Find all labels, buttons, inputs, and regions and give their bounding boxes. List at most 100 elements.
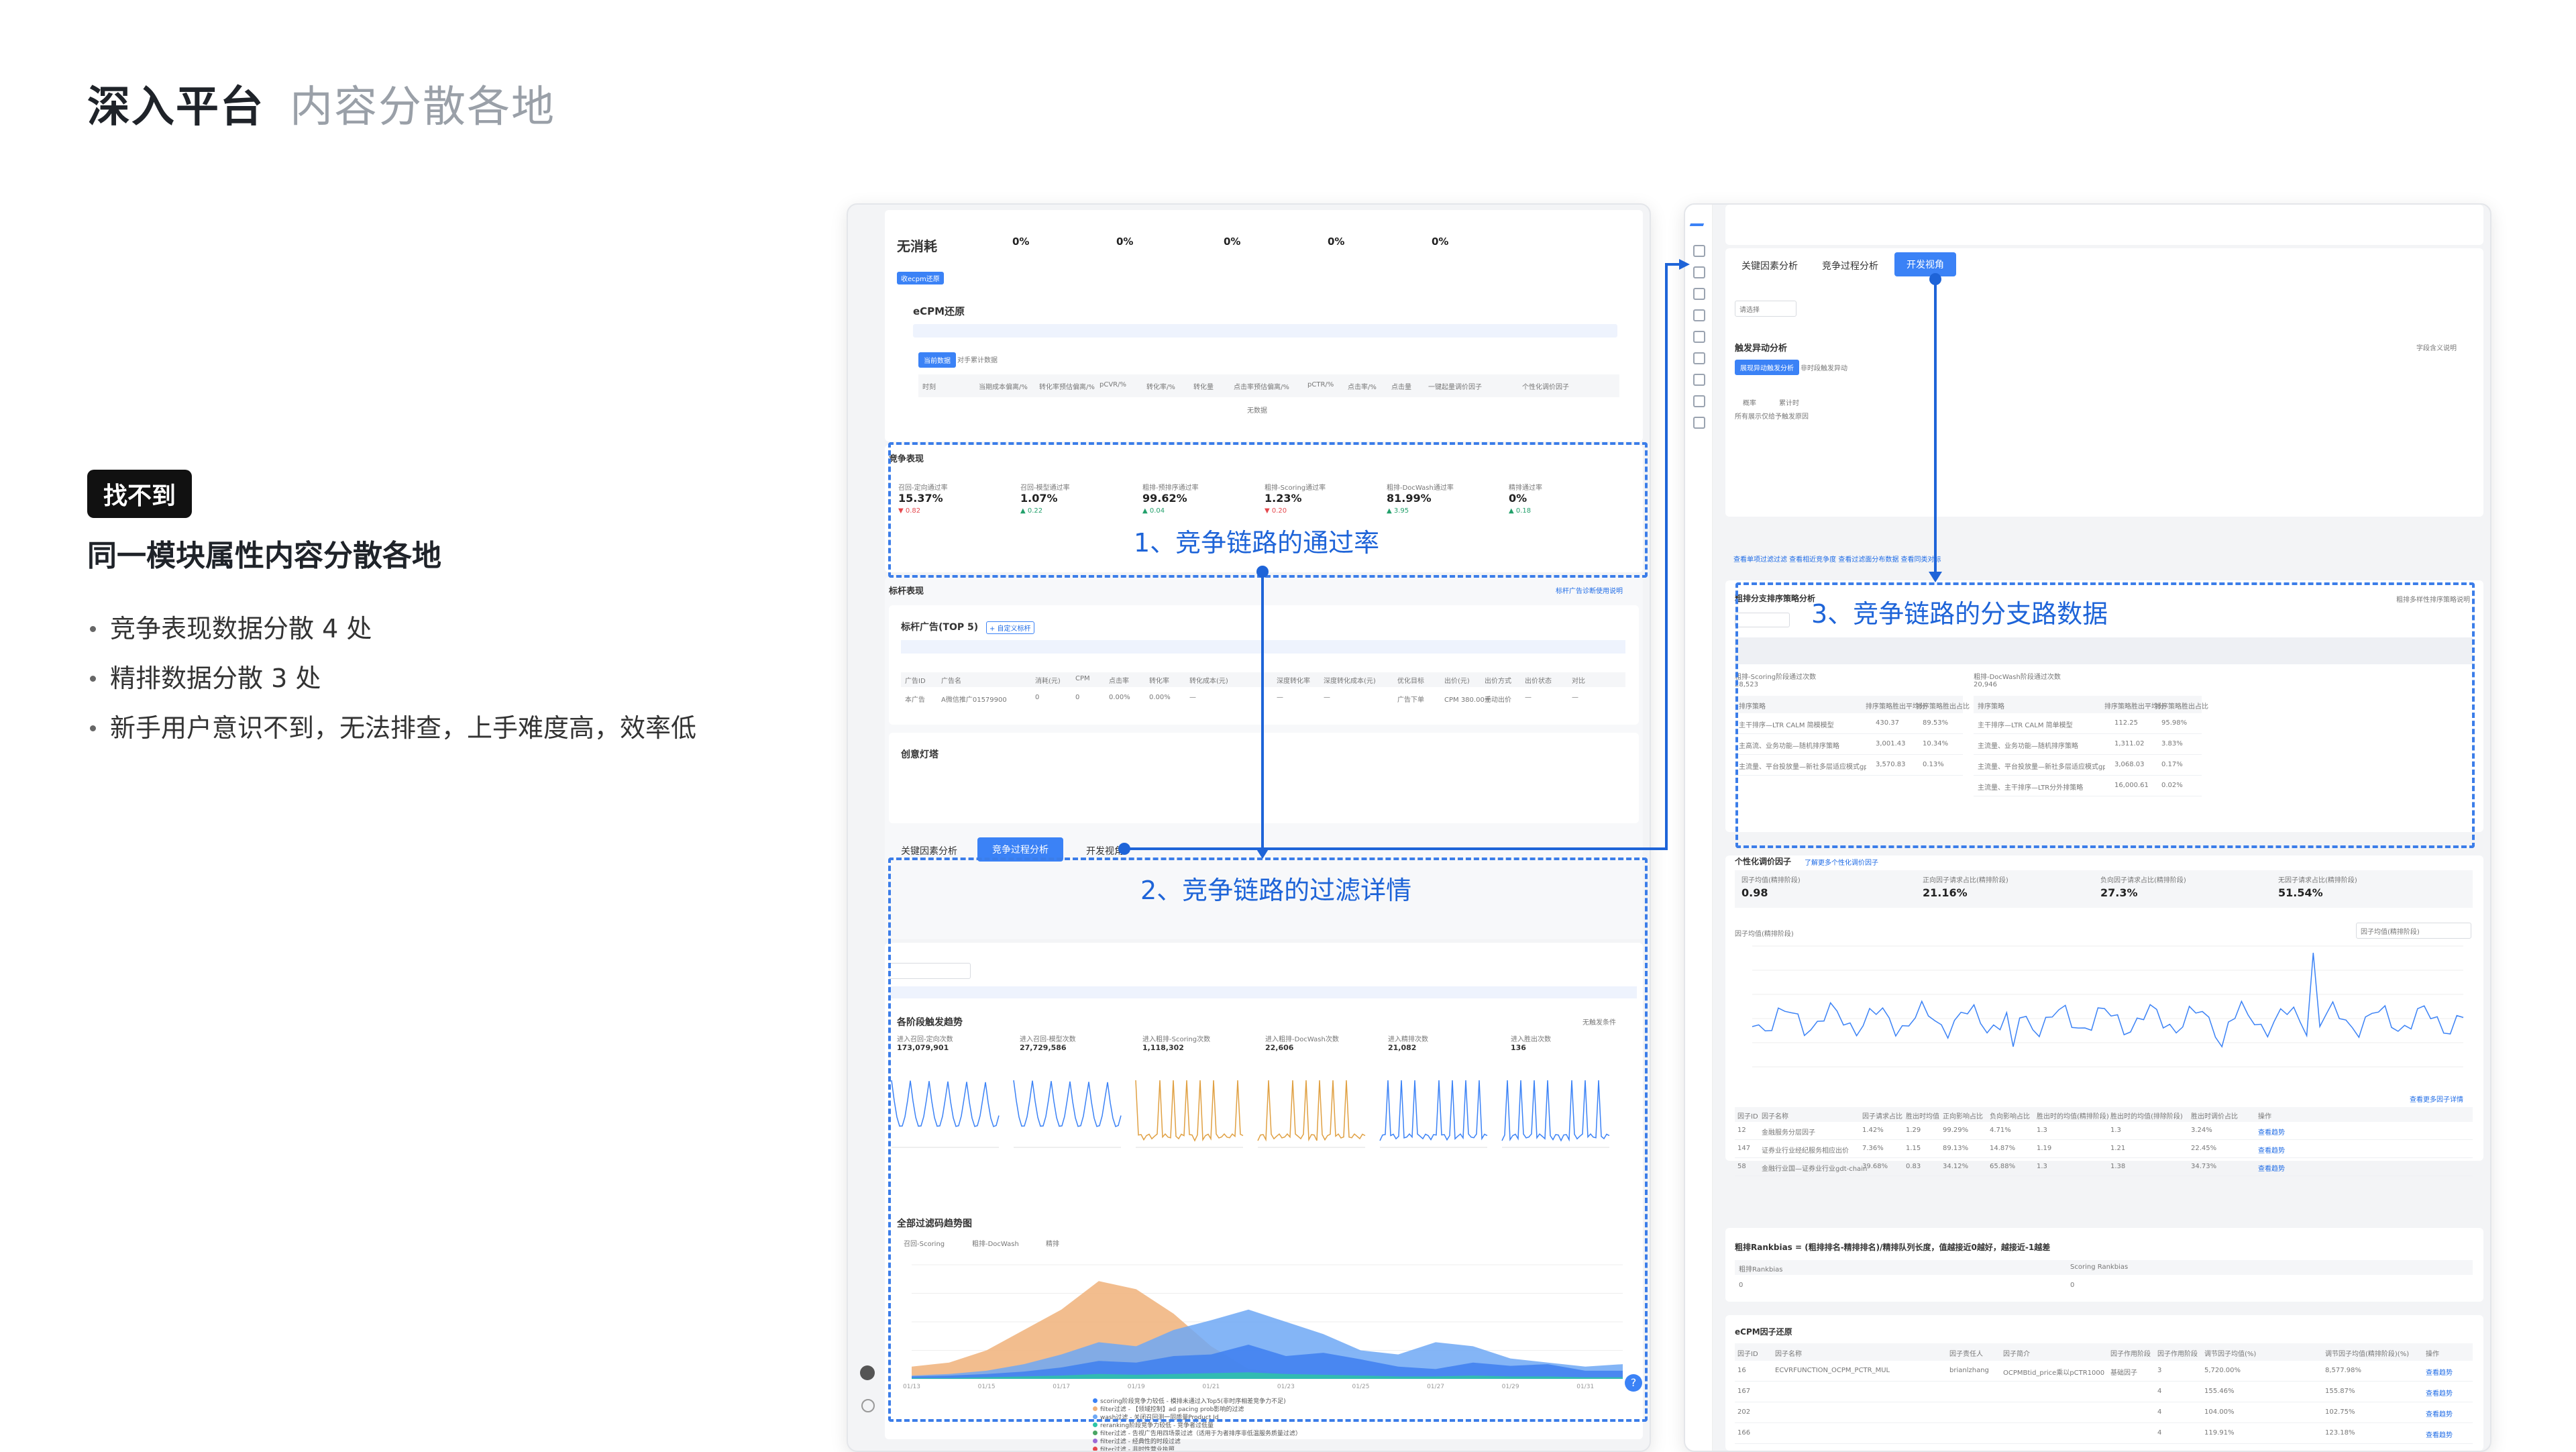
person-chart-select[interactable]: 因子均值(精排阶段): [2356, 923, 2471, 939]
person-stat-value: 0.98: [1741, 886, 1768, 899]
ecpm-factor-table: 因子ID 因子名称 因子责任人 因子简介 因子作用阶段 因子作用阶段 调节因子均值(%) 调节…: [1735, 1343, 2473, 1444]
view-trend-link[interactable]: 查看趋势: [2426, 1367, 2453, 1377]
table-cell: 1.19: [2037, 1145, 2052, 1152]
ecpm-toggle-button[interactable]: 收ecpm还原: [897, 272, 944, 284]
table-cell: 22.45%: [2191, 1145, 2217, 1152]
tab-compete-process[interactable]: 竞争过程分析: [1813, 255, 1888, 276]
table-cell: 1.38: [2110, 1163, 2126, 1170]
legend-label: filter过滤 - 经典性的时段过滤: [1100, 1439, 1181, 1445]
table-cell: 58: [1737, 1163, 1746, 1170]
top-bar: [1725, 205, 2483, 245]
home-icon[interactable]: [1693, 245, 1705, 257]
trigger-option[interactable]: 概率: [1743, 397, 1756, 407]
ecpm-factor-section: eCPM因子还原 因子ID 因子名称 因子责任人 因子简介 因子作用阶段 因子作用阶段 调节…: [1725, 1315, 2483, 1451]
logo-icon: [1689, 214, 1708, 226]
benchmark-help-link[interactable]: 标杆广告诊断使用说明: [1556, 585, 1623, 595]
table-row: 58 金融行业国—证券业行业gdt-chain 39.68% 0.83 34.12% 65…: [1735, 1158, 2473, 1176]
callout-filter-detail: 2、竞争链路的过滤详情: [1140, 876, 1412, 905]
filter-icon[interactable]: [1693, 352, 1705, 364]
person-table: 因子ID 因子名称 因子请求占比 胜出时均值 正向影响占比 负向影响占比 胜出时的均值(精排…: [1735, 1107, 2473, 1176]
ecpm-tab-rival[interactable]: 对手累计数据: [957, 354, 998, 364]
problem-headline: 同一模块属性内容分散各地: [87, 539, 441, 573]
table-cell: 14.87%: [1990, 1145, 2016, 1152]
view-trend-link[interactable]: 查看趋势: [2258, 1145, 2285, 1155]
legend-dot-icon: [1093, 1422, 1097, 1427]
view-trend-link[interactable]: 查看趋势: [2258, 1163, 2285, 1173]
user-avatar[interactable]: [860, 1365, 875, 1380]
table-cell: 99.29%: [1943, 1127, 1969, 1134]
person-stat-value: 51.54%: [2278, 886, 2323, 899]
top-metric: 0%: [1116, 236, 1134, 248]
table-cell: 123.18%: [2325, 1429, 2355, 1437]
rankbias-header: 粗排Rankbias Scoring Rankbias: [1735, 1260, 2473, 1275]
tab-key-factor[interactable]: 关键因素分析: [1732, 255, 1807, 276]
table-row: 16 ECVRFUNCTION_OCPM_PCTR_MUL brianlzhang O…: [1735, 1361, 2473, 1382]
trigger-tab-nontime[interactable]: 非时段触发异动: [1801, 362, 1847, 372]
view-trend-link[interactable]: 查看趋势: [2426, 1388, 2453, 1398]
person-chart-title: 因子均值(精排阶段): [1735, 931, 1794, 938]
dimension-select[interactable]: 请选择: [1735, 301, 1796, 317]
table-cell: 16: [1737, 1367, 1746, 1374]
view-trend-link[interactable]: 查看趋势: [2258, 1127, 2285, 1137]
table-cell: 基础因子: [2110, 1369, 2137, 1377]
rankbias-section: 粗排Rankbias = (粗排排名-精排排名)/精排队列长度，值越接近0越好，…: [1725, 1228, 2483, 1302]
trigger-tab-show[interactable]: 展现异动触发分析: [1735, 360, 1799, 375]
person-help-link[interactable]: 了解更多个性化调价因子: [1805, 857, 1878, 867]
ecpm-tab-current[interactable]: 当前数据: [918, 352, 956, 368]
legend-label: reranking阶段竞争力较低 - 竞争者过低量: [1100, 1422, 1214, 1429]
table-cell: 3: [2157, 1367, 2162, 1374]
ecpm-factor-title: eCPM因子还原: [1735, 1327, 1792, 1337]
table-cell: 1.15: [1906, 1145, 1921, 1152]
table-cell: OCPMBtid_price乘以pCTR1000: [2003, 1369, 2105, 1377]
table-cell: 65.88%: [1990, 1163, 2016, 1170]
table-row: 166 4 119.91% 123.18% 查看趋势: [1735, 1423, 2473, 1444]
bullet-item: 竞争表现数据分散 4 处: [87, 604, 696, 654]
top-metric: 0%: [1224, 236, 1241, 248]
table-cell: 166: [1737, 1429, 1751, 1437]
trigger-help-link[interactable]: 字段含义说明: [2416, 342, 2457, 352]
target-icon[interactable]: [1693, 309, 1705, 321]
top-metric: 0%: [1012, 236, 1030, 248]
creative-title: 创意灯塔: [901, 749, 938, 760]
table-row: 202 4 104.00% 102.75% 查看趋势: [1735, 1402, 2473, 1423]
table-cell: 202: [1737, 1408, 1751, 1416]
table-cell: 34.73%: [2191, 1163, 2217, 1170]
table-cell: 4: [2157, 1388, 2162, 1395]
settings-icon[interactable]: [1693, 374, 1705, 386]
trigger-section: 关键因素分析 竞争过程分析 开发视角 请选择 触发异动分析 字段含义说明 展现异…: [1725, 248, 2483, 517]
no-cost-label: 无消耗: [897, 238, 937, 254]
trigger-note: 所有展示仅给予触发原因: [1735, 413, 1809, 421]
logout-icon[interactable]: [861, 1399, 875, 1412]
table-cell: 4.71%: [1990, 1127, 2011, 1134]
table-cell: 1.3: [2037, 1163, 2047, 1170]
chart-icon[interactable]: [1693, 266, 1705, 278]
slide-title: 深入平台: [87, 83, 264, 132]
trigger-option[interactable]: 累计时: [1779, 397, 1799, 407]
table-cell: 34.12%: [1943, 1163, 1969, 1170]
bottom-links[interactable]: 查看单项过滤过滤 查看相近竞争度 查看过滤面分布数据 查看同类对标: [1733, 554, 1941, 564]
table-cell: 12: [1737, 1127, 1746, 1134]
tab-dev-view[interactable]: 开发视角: [1894, 252, 1956, 276]
user-icon[interactable]: [1693, 417, 1705, 429]
person-more-link[interactable]: 查看更多因子详情: [2410, 1094, 2463, 1104]
add-benchmark-button[interactable]: + 自定义标杆: [986, 621, 1034, 634]
view-trend-link[interactable]: 查看趋势: [2426, 1408, 2453, 1418]
folder-icon[interactable]: [1693, 395, 1705, 407]
top5-info-bar: [901, 640, 1625, 654]
person-line: [1752, 952, 2464, 1048]
callout-compete-rate: 1、竞争链路的通过率: [1134, 528, 1380, 558]
person-line-chart: [1752, 945, 2464, 1068]
ecpm-table-header: 时刻 当期成本偏离/% 转化率预估偏离/% pCVR/% 转化率/% 转化量 点…: [918, 374, 1619, 397]
list-icon[interactable]: [1693, 288, 1705, 300]
table-cell: 5,720.00%: [2204, 1367, 2241, 1374]
rankbias-value: 0: [1739, 1282, 1743, 1289]
table-cell: 金融行业国—证券业行业gdt-chain: [1762, 1165, 1868, 1173]
bullet-item: 精排数据分散 3 处: [87, 654, 696, 703]
table-cell: 1.21: [2110, 1145, 2126, 1152]
creative-card: 创意灯塔: [889, 733, 1639, 823]
table-cell: 102.75%: [2325, 1408, 2355, 1416]
doc-icon[interactable]: [1693, 331, 1705, 343]
view-trend-link[interactable]: 查看趋势: [2426, 1429, 2453, 1439]
table-cell: 147: [1737, 1145, 1751, 1152]
overview-card: 无消耗 0% 0% 0% 0% 0% 收ecpm还原 eCPM还原 当前数据 对…: [885, 210, 1643, 442]
